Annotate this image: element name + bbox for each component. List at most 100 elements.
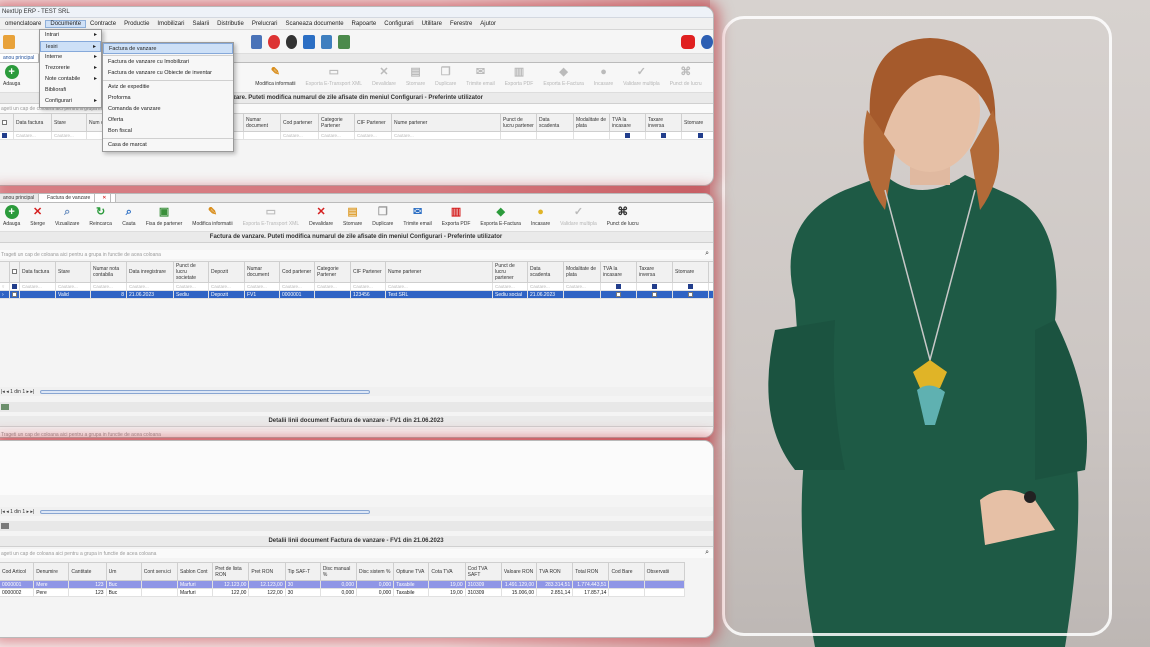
- col-taxare-inversa[interactable]: Taxare inversa: [636, 261, 673, 283]
- menu-item-interne[interactable]: Interne ▸: [40, 52, 101, 63]
- devalidare-button[interactable]: ✕ Devalidare: [372, 65, 396, 87]
- pager-next-icon[interactable]: ▸ ▸|: [27, 389, 35, 395]
- col-punct-lucru-societate[interactable]: Punct de lucru societate: [173, 261, 209, 283]
- punct-de-lucru-button[interactable]: ⌘ Punct de lucru: [670, 65, 702, 87]
- col-cota-tva[interactable]: Cota TVA: [428, 562, 466, 581]
- menu-scaneaza[interactable]: Scaneaza documente: [282, 21, 348, 27]
- col-tip-saft[interactable]: Tip SAF-T: [284, 562, 321, 581]
- col-categorie-partener[interactable]: Categorie Partener: [318, 113, 355, 132]
- filter-cell[interactable]: Cautare...: [314, 282, 351, 291]
- col-stornare[interactable]: Stornare: [681, 113, 713, 132]
- menu-item-bon-fiscal[interactable]: Bon fiscal: [103, 126, 233, 137]
- col-disc-manual[interactable]: Disc manual %: [319, 562, 358, 581]
- col-taxare-inversa[interactable]: Taxare inversa: [645, 113, 682, 132]
- trimite-email-button[interactable]: ✉ Trimite email: [466, 65, 494, 87]
- add-button[interactable]: + Adauga: [3, 205, 20, 227]
- menu-item-trezorerie[interactable]: Trezorerie ▸: [40, 63, 101, 74]
- menu-distributie[interactable]: Distributie: [213, 21, 248, 27]
- menu-configurari[interactable]: Configurari: [380, 21, 417, 27]
- col-modalitate-plata[interactable]: Modalitate de plata: [563, 261, 601, 283]
- col-nume-partener[interactable]: Nume partener: [385, 261, 493, 283]
- export-etransport-button[interactable]: ▭ Exporta E-Transport XML: [243, 205, 300, 227]
- tab-factura-vanzare[interactable]: Factura de vanzare ✕: [39, 194, 117, 202]
- menu-item-factura-imobilizari[interactable]: Factura de vanzare cu Imobilizari: [103, 57, 233, 68]
- col-denumire[interactable]: Denumire: [33, 562, 70, 581]
- search-icon[interactable]: ⌕: [705, 250, 709, 258]
- table-row[interactable]: 0000002 Pere 123 Buc Marfuri 122,00 122,00 30…: [0, 588, 686, 597]
- pager-first-icon[interactable]: |◂ ◂: [1, 389, 9, 395]
- grid-icon[interactable]: [1, 404, 9, 410]
- filter-cell[interactable]: Cautare...: [280, 131, 319, 140]
- search-doc-icon[interactable]: [320, 34, 333, 49]
- folder-icon[interactable]: [3, 34, 15, 49]
- horizontal-scrollbar[interactable]: [40, 509, 371, 514]
- menu-item-factura-obiecte-inventar[interactable]: Factura de vanzare cu Obiecte de inventa…: [103, 68, 233, 79]
- col-cod-partener[interactable]: Cod partener: [279, 261, 315, 283]
- validare-multipla-button[interactable]: ✓ Validare multipla: [623, 65, 660, 87]
- menu-productie[interactable]: Productie: [120, 21, 153, 27]
- validare-multipla-button[interactable]: ✓ Validare multipla: [560, 205, 597, 227]
- filter-cell[interactable]: Cautare...: [173, 282, 209, 291]
- col-cod-bare[interactable]: Cod Bare: [608, 562, 645, 581]
- menu-item-aviz-expeditie[interactable]: Aviz de expeditie: [103, 82, 233, 93]
- col-pret-ron[interactable]: Pret RON: [248, 562, 286, 581]
- filter-cell[interactable]: Cautare...: [208, 282, 245, 291]
- menu-item-intrari[interactable]: Intrari ▸: [40, 30, 101, 41]
- fisa-partener-button[interactable]: ▣ Fisa de partener: [146, 205, 182, 227]
- menu-ajutor[interactable]: Ajutor: [476, 21, 500, 27]
- export-pdf-button[interactable]: ▥ Exporta PDF: [442, 205, 471, 227]
- incasare-button[interactable]: ● Incasare: [594, 65, 613, 87]
- filter-cell[interactable]: Cautare...: [19, 282, 56, 291]
- menu-item-iesiri[interactable]: Iesiri ▸: [40, 41, 101, 52]
- filter-cell[interactable]: Cautare...: [244, 282, 280, 291]
- col-tva-incasare[interactable]: TVA la incasare: [609, 113, 646, 132]
- menu-ferestre[interactable]: Ferestre: [446, 21, 476, 27]
- export-efactura-button[interactable]: ◆ Exporta E-Factura: [480, 205, 521, 227]
- menu-salarii[interactable]: Salarii: [188, 21, 213, 27]
- youtube-icon[interactable]: [680, 34, 696, 49]
- col-optiune-tva[interactable]: Optiune TVA: [393, 562, 430, 581]
- menu-utilitare[interactable]: Utilitare: [418, 21, 446, 27]
- menu-item-oferta[interactable]: Oferta: [103, 115, 233, 126]
- filter-cell[interactable]: Cautare...: [354, 131, 392, 140]
- duplicare-button[interactable]: ❐ Duplicare: [435, 65, 456, 87]
- col-pret-lista[interactable]: Pret de lista RON: [212, 562, 250, 581]
- col-numar-nota-contabila[interactable]: Numar nota contabila: [90, 261, 127, 283]
- horizontal-scrollbar[interactable]: [40, 389, 371, 394]
- menu-nomenclatoare[interactable]: omenclatoare: [1, 21, 45, 27]
- menu-item-comanda-vanzare[interactable]: Comanda de vanzare: [103, 104, 233, 115]
- filter-cell[interactable]: Cautare...: [55, 282, 91, 291]
- col-punct-lucru-partener[interactable]: Punct de lucru partener: [500, 113, 537, 132]
- col-cif-partener[interactable]: CIF Partener: [350, 261, 386, 283]
- view-button[interactable]: ⌕ Vizualizare: [55, 205, 79, 227]
- filter-cell[interactable]: Cautare...: [51, 131, 87, 140]
- close-icon[interactable]: ✕: [98, 194, 112, 202]
- col-punct-lucru-partener[interactable]: Punct de lucru partener: [492, 261, 528, 283]
- col-stare[interactable]: Stare: [55, 261, 91, 283]
- col-modalitate-plata[interactable]: Modalitate de plata: [573, 113, 610, 132]
- col-total-ron[interactable]: Total RON: [572, 562, 610, 581]
- punct-de-lucru-button[interactable]: ⌘ Punct de lucru: [607, 205, 639, 227]
- filter-cell[interactable]: Cautare...: [13, 131, 52, 140]
- filter-cell[interactable]: Cautare...: [126, 282, 174, 291]
- col-cod-articol[interactable]: Cod Articol: [0, 562, 35, 581]
- col-cif-partener[interactable]: CIF Partener: [354, 113, 392, 132]
- col-numar-document[interactable]: Numar document: [243, 113, 281, 132]
- col-data-factura[interactable]: Data factura: [19, 261, 56, 283]
- col-tva-ron[interactable]: TVA RON: [536, 562, 574, 581]
- col-cantitate[interactable]: Cantitate: [68, 562, 107, 581]
- export-etransport-button[interactable]: ▭ Exporta E-Transport XML: [306, 65, 363, 87]
- menu-prelucrari[interactable]: Prelucrari: [248, 21, 282, 27]
- save-icon[interactable]: [250, 34, 263, 49]
- filter-cell[interactable]: Cautare...: [385, 282, 493, 291]
- menu-rapoarte[interactable]: Rapoarte: [348, 21, 381, 27]
- trimite-email-button[interactable]: ✉ Trimite email: [403, 205, 431, 227]
- menu-item-factura-vanzare[interactable]: Factura de vanzare: [103, 43, 233, 54]
- menu-documente[interactable]: Documente: [45, 19, 87, 28]
- menu-item-note-contabile[interactable]: Note contabile ▸: [40, 74, 101, 85]
- col-data-factura[interactable]: Data factura: [13, 113, 52, 132]
- col-depozit[interactable]: Depozit: [208, 261, 245, 283]
- incasare-button[interactable]: ● Incasare: [531, 205, 550, 227]
- col-nume-partener[interactable]: Nume partener: [391, 113, 501, 132]
- col-stornare[interactable]: Stornare: [672, 261, 709, 283]
